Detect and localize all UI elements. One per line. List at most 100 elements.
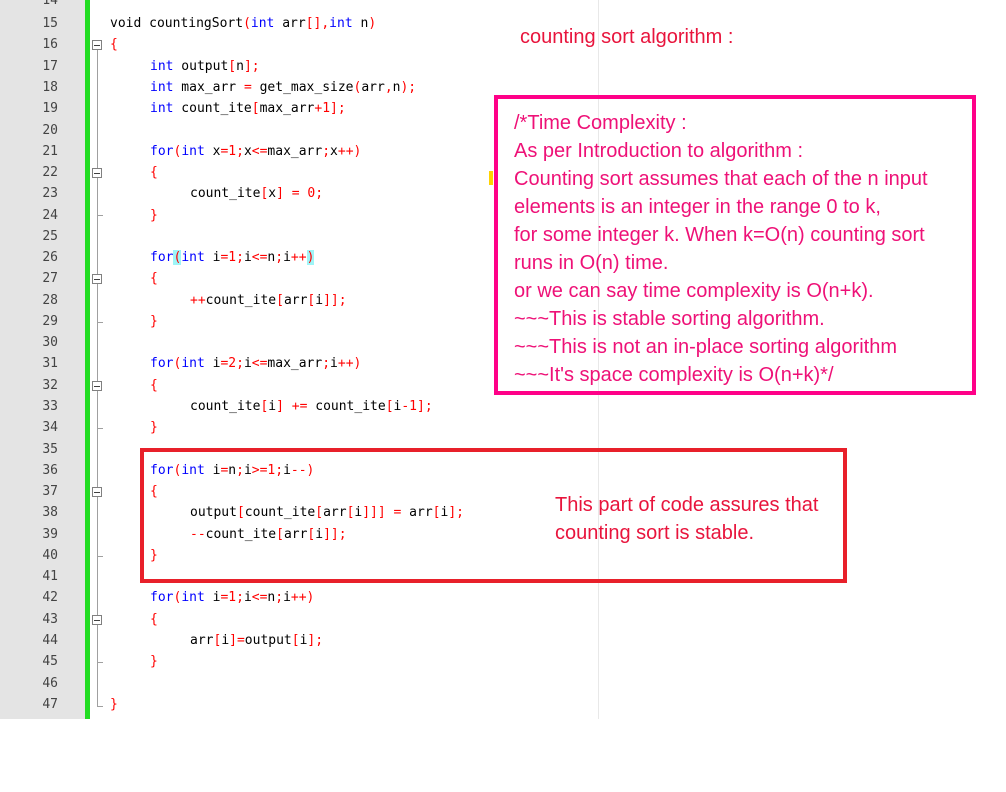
- code-line[interactable]: int max_arr = get_max_size(arr,n);: [150, 77, 416, 98]
- code-token: i: [243, 590, 252, 605]
- line-number: 41: [42, 569, 58, 584]
- code-token: <=: [251, 590, 268, 605]
- code-line[interactable]: }: [150, 417, 158, 438]
- fold-toggle-icon[interactable]: [92, 487, 102, 497]
- code-token: get_max_size: [251, 80, 354, 95]
- code-token: n: [352, 16, 369, 31]
- code-line[interactable]: {: [110, 34, 118, 55]
- keyword-token: int: [181, 250, 205, 265]
- code-token: ++): [290, 590, 315, 605]
- code-token: ]=: [229, 633, 245, 648]
- line-number: 31: [42, 356, 58, 371]
- code-line[interactable]: }: [150, 311, 158, 332]
- keyword-token: int: [150, 80, 174, 95]
- line-number: 16: [42, 37, 58, 52]
- complexity-line: elements is an integer in the range 0 to…: [514, 196, 881, 218]
- code-token: +1]: [314, 101, 338, 116]
- fold-guide-line: [97, 50, 98, 706]
- code-token: count_ite: [190, 399, 261, 414]
- line-number: 25: [42, 229, 58, 244]
- code-line[interactable]: }: [110, 694, 118, 715]
- code-token: ];: [243, 59, 260, 74]
- code-token: (: [243, 16, 251, 31]
- code-line[interactable]: {: [150, 268, 158, 289]
- line-number: 42: [42, 590, 58, 605]
- code-token: i: [330, 356, 338, 371]
- code-token: [: [385, 399, 394, 414]
- fold-toggle-icon[interactable]: [92, 274, 102, 284]
- stable-note-line: This part of code assures that: [555, 494, 819, 516]
- code-token: [: [228, 59, 237, 74]
- code-line[interactable]: int count_ite[max_arr+1];: [150, 98, 346, 119]
- fold-end-marker: [97, 215, 103, 216]
- code-line[interactable]: {: [150, 609, 158, 630]
- code-token: =1;: [220, 590, 244, 605]
- code-token: max_arr: [173, 80, 244, 95]
- function-signature: void countingSort: [110, 16, 244, 31]
- line-number: 19: [42, 101, 58, 116]
- keyword-token: int: [150, 101, 174, 116]
- line-number: 36: [42, 463, 58, 478]
- line-number: 45: [42, 654, 58, 669]
- code-token: ]];: [323, 293, 347, 308]
- code-token: x: [330, 144, 338, 159]
- code-token: i: [283, 590, 291, 605]
- line-number: 37: [42, 484, 58, 499]
- code-line[interactable]: for(int x=1;x<=max_arr;x++): [150, 141, 361, 162]
- keyword-token: int: [250, 16, 275, 31]
- code-line[interactable]: for(int i=1;i<=n;i++): [150, 587, 314, 608]
- code-line[interactable]: }: [150, 651, 158, 672]
- code-token: max_arr: [267, 144, 323, 159]
- keyword-token: int: [181, 356, 205, 371]
- code-token: [: [276, 293, 284, 308]
- code-token: ++): [337, 144, 362, 159]
- fold-toggle-icon[interactable]: [92, 381, 102, 391]
- line-number: 23: [42, 186, 58, 201]
- fold-toggle-icon[interactable]: [92, 615, 102, 625]
- code-token: <=: [251, 356, 268, 371]
- code-token: +=: [291, 399, 308, 414]
- code-token: count_ite: [190, 186, 261, 201]
- code-line[interactable]: count_ite[x] = 0;: [190, 183, 323, 204]
- code-token: ]: [276, 186, 284, 201]
- line-number: 44: [42, 633, 58, 648]
- keyword-token: for: [150, 590, 174, 605]
- code-token: <=: [251, 250, 268, 265]
- code-token: n: [236, 59, 244, 74]
- line-number: 22: [42, 165, 58, 180]
- change-marker: [489, 171, 493, 185]
- code-token: count_ite: [307, 399, 386, 414]
- code-line[interactable]: }: [150, 205, 158, 226]
- code-token: x: [243, 144, 252, 159]
- code-token: <=: [251, 144, 268, 159]
- code-token: i: [283, 250, 291, 265]
- code-line[interactable]: {: [150, 375, 158, 396]
- code-line[interactable]: int output[n];: [150, 56, 260, 77]
- code-token: [: [291, 633, 300, 648]
- fold-toggle-icon[interactable]: [92, 168, 102, 178]
- code-token: ;: [275, 590, 284, 605]
- line-number: 43: [42, 612, 58, 627]
- code-token: ];: [307, 633, 324, 648]
- fold-end-marker: [97, 556, 103, 557]
- code-token: i: [204, 590, 221, 605]
- fold-toggle-icon[interactable]: [92, 40, 102, 50]
- code-token: =: [243, 80, 252, 95]
- code-token: -1];: [401, 399, 433, 414]
- code-line[interactable]: arr[i]=output[i];: [190, 630, 323, 651]
- brace-match-highlight: ): [306, 250, 315, 265]
- code-line[interactable]: for(int i=2;i<=max_arr;i++): [150, 353, 361, 374]
- code-line[interactable]: {: [150, 162, 158, 183]
- line-number: 32: [42, 378, 58, 393]
- code-line[interactable]: void countingSort(int arr[],int n): [110, 13, 376, 34]
- code-line[interactable]: for(int i=1;i<=n;i++): [150, 247, 315, 268]
- code-token: ;: [337, 101, 346, 116]
- line-number: 38: [42, 505, 58, 520]
- code-line[interactable]: ++count_ite[arr[i]];: [190, 290, 347, 311]
- keyword-token: for: [150, 250, 174, 265]
- code-line[interactable]: count_ite[i] += count_ite[i-1];: [190, 396, 433, 417]
- code-token: i: [315, 293, 324, 308]
- complexity-line: ~~~This is not an in-place sorting algor…: [514, 336, 897, 358]
- code-token: i: [221, 633, 230, 648]
- code-token: );: [400, 80, 417, 95]
